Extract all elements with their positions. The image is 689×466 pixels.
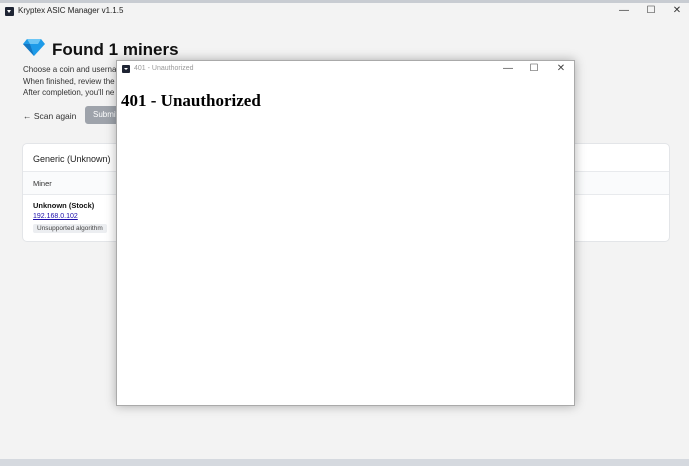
page-title: Found 1 miners (52, 40, 179, 59)
dialog-app-icon (122, 65, 130, 73)
dialog-title-bar: 401 - Unauthorized — ☐ ✕ (117, 61, 574, 77)
instruction-text-3: After completion, you'll ne (23, 88, 115, 97)
unauthorized-dialog: 401 - Unauthorized — ☐ ✕ 401 - Unauthori… (116, 60, 575, 406)
title-bar: Kryptex ASIC Manager v1.1.5 — ☐ ✕ (0, 3, 689, 19)
status-badge: Unsupported algorithm (33, 224, 107, 233)
window-title: Kryptex ASIC Manager v1.1.5 (18, 6, 124, 15)
scan-again-link[interactable]: ← Scan again (23, 111, 76, 121)
column-header-miner: Miner (33, 179, 52, 188)
instruction-text-1: Choose a coin and userna (23, 65, 117, 74)
instruction-text-2: When finished, review the (23, 77, 115, 86)
dialog-window-title: 401 - Unauthorized (134, 65, 194, 72)
maximize-button[interactable]: ☐ (641, 4, 661, 18)
close-button[interactable]: ✕ (667, 4, 687, 18)
miner-ip-link[interactable]: 192.168.0.102 (33, 213, 78, 220)
diamond-icon (23, 39, 45, 56)
dialog-close-button[interactable]: ✕ (551, 62, 571, 76)
minimize-button[interactable]: — (614, 4, 634, 18)
dialog-minimize-button[interactable]: — (498, 62, 518, 76)
dialog-maximize-button[interactable]: ☐ (524, 62, 544, 76)
miner-name: Unknown (Stock) (33, 201, 95, 210)
app-logo-icon (5, 7, 14, 16)
taskbar-strip (0, 459, 689, 466)
card-title: Generic (Unknown) (33, 154, 111, 164)
error-heading: 401 - Unauthorized (121, 91, 261, 110)
